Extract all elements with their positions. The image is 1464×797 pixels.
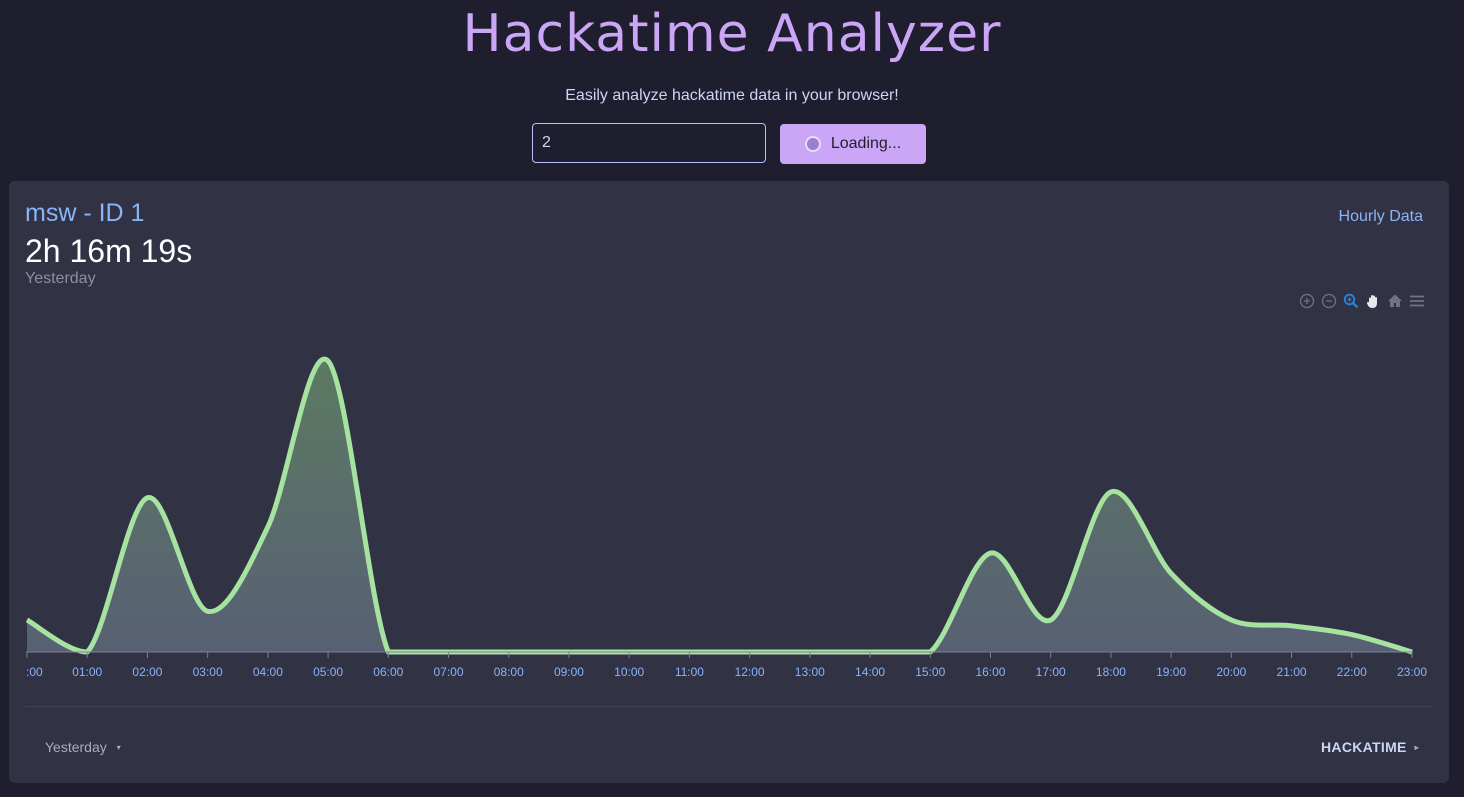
chevron-right-icon: ▸ — [1414, 742, 1419, 752]
x-tick-label: 11:00 — [675, 665, 704, 679]
chart-area-fill — [27, 359, 1412, 652]
x-tick-label: 15:00 — [915, 665, 945, 679]
x-tick-label: 13:00 — [795, 665, 825, 679]
range-dropdown[interactable]: Yesterday ▾ — [45, 739, 121, 755]
x-tick-label: 08:00 — [494, 665, 524, 679]
load-button[interactable]: Loading... — [780, 124, 926, 164]
loading-spinner-icon — [804, 136, 821, 152]
hourly-activity-chart: :00 01:00 02:00 03:00 04:00 05:00 06:00 07:00 08… — [26, 356, 1427, 679]
app-subtitle: Easily analyze hackatime data in your br… — [565, 87, 899, 104]
hackatime-link-label: HACKATIME — [1321, 739, 1407, 755]
x-tick-label: 17:00 — [1036, 665, 1066, 679]
app-title: Hackatime Analyzer — [462, 4, 1002, 64]
user-id-input[interactable] — [532, 123, 766, 163]
x-tick-label: 10:00 — [614, 665, 644, 679]
x-tick-label: 01:00 — [72, 665, 102, 679]
load-button-label: Loading... — [830, 135, 902, 152]
x-tick-label: 07:00 — [434, 665, 464, 679]
x-tick-label: 04:00 — [253, 665, 283, 679]
x-tick-label: 20:00 — [1216, 665, 1246, 679]
x-tick-label: 18:00 — [1096, 665, 1126, 679]
range-dropdown-label: Yesterday — [45, 739, 107, 755]
x-tick-label: :00 — [26, 665, 43, 679]
stats-card: msw - ID 1 2h 16m 19s Yesterday Hourly D… — [9, 181, 1449, 783]
x-tick-label: 23:00 — [1397, 665, 1427, 679]
x-tick-label: 12:00 — [735, 665, 765, 679]
x-tick-label: 02:00 — [132, 665, 162, 679]
x-tick-label: 16:00 — [975, 665, 1005, 679]
x-tick-label: 03:00 — [193, 665, 223, 679]
x-tick-label: 22:00 — [1337, 665, 1367, 679]
x-tick-label: 05:00 — [313, 665, 343, 679]
hackatime-link[interactable]: HACKATIME ▸ — [1321, 739, 1419, 755]
x-tick-label: 06:00 — [373, 665, 403, 679]
x-tick-label: 09:00 — [554, 665, 584, 679]
chevron-down-icon: ▾ — [116, 742, 121, 752]
x-tick-label: 14:00 — [855, 665, 885, 679]
x-tick-label: 19:00 — [1156, 665, 1186, 679]
footer-divider — [25, 706, 1433, 707]
x-tick-label: 21:00 — [1277, 665, 1307, 679]
